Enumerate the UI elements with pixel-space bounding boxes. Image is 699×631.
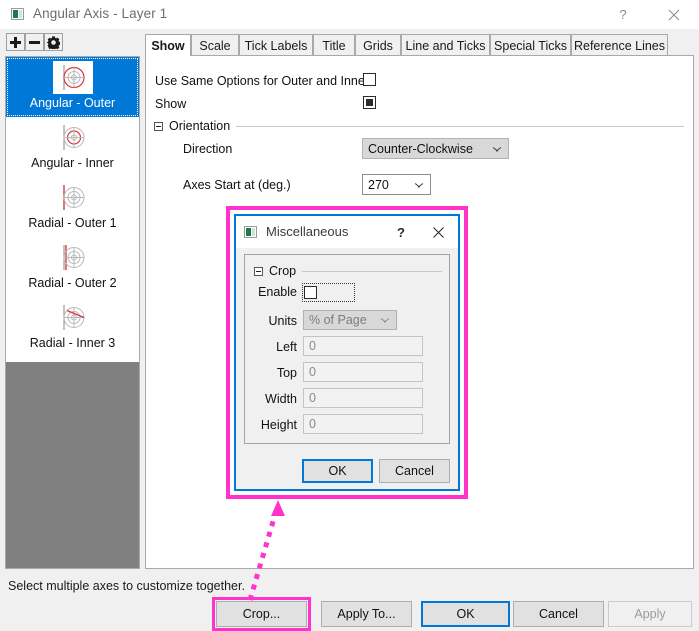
axis-list-panel[interactable]: Angular - Outer Angular - Inner (5, 56, 140, 569)
chevron-down-icon (493, 147, 501, 152)
axis-list-item-radial-outer-1[interactable]: Radial - Outer 1 (6, 177, 139, 237)
chevron-down-icon (415, 183, 423, 188)
axes-start-label: Axes Start at (deg.) (183, 178, 291, 192)
axis-list-item-angular-outer[interactable]: Angular - Outer (6, 57, 139, 117)
left-input: 0 (303, 336, 423, 356)
width-input: 0 (303, 388, 423, 408)
misc-cancel-button[interactable]: Cancel (379, 459, 450, 483)
gear-icon (47, 36, 60, 49)
axis-list-item-label: Radial - Outer 2 (28, 275, 116, 291)
ok-button[interactable]: OK (421, 601, 510, 627)
crop-group-label: Crop (269, 264, 296, 278)
top-label: Top (245, 366, 297, 380)
show-label: Show (155, 97, 186, 111)
use-same-options-label: Use Same Options for Outer and Inner (155, 74, 369, 88)
tab-tick-labels[interactable]: Tick Labels (239, 34, 313, 56)
misc-dialog-titlebar: Miscellaneous ? (236, 216, 458, 248)
tab-bar: Show Scale Tick Labels Title Grids Line … (145, 34, 694, 56)
axis-list-item-label: Radial - Inner 3 (30, 335, 115, 351)
axis-list-empty-area (6, 362, 139, 568)
collapse-icon[interactable] (254, 267, 263, 276)
misc-dialog-title: Miscellaneous (266, 224, 348, 239)
axis-list-item-label: Angular - Outer (30, 95, 115, 111)
misc-close-icon[interactable] (426, 222, 450, 242)
window-titlebar: Angular Axis - Layer 1 ? (0, 0, 699, 30)
top-input: 0 (303, 362, 423, 382)
axes-start-combo[interactable]: 270 (362, 174, 431, 195)
minus-icon (29, 37, 40, 48)
group-divider (236, 126, 684, 127)
misc-ok-button[interactable]: OK (302, 459, 373, 483)
polar-axis-icon (53, 121, 93, 154)
crop-settings-body: Crop Enable Units % of Page Left 0 Top (244, 254, 450, 444)
remove-axis-button[interactable] (25, 33, 44, 51)
window-title: Angular Axis - Layer 1 (33, 6, 167, 21)
cancel-button[interactable]: Cancel (513, 601, 604, 627)
height-value: 0 (309, 417, 316, 431)
orientation-group-header[interactable]: Orientation (154, 119, 684, 133)
crop-group-header[interactable]: Crop (254, 264, 442, 278)
enable-checkbox-wrap[interactable] (245, 281, 365, 303)
direction-value: Counter-Clockwise (368, 142, 473, 156)
add-axis-button[interactable] (6, 33, 25, 51)
left-value: 0 (309, 339, 316, 353)
tab-special-ticks[interactable]: Special Ticks (490, 34, 571, 56)
apply-button: Apply (608, 601, 692, 627)
direction-combo[interactable]: Counter-Clockwise (362, 138, 509, 159)
use-same-options-checkbox[interactable] (363, 73, 376, 86)
tab-reference-lines[interactable]: Reference Lines (571, 34, 668, 56)
collapse-icon[interactable] (154, 122, 163, 131)
units-combo: % of Page (303, 310, 397, 330)
help-button[interactable]: ? (600, 0, 646, 29)
polar-axis-icon (53, 61, 93, 94)
app-window-icon (244, 226, 258, 239)
show-checkbox[interactable] (363, 96, 376, 109)
dialog-window: Angular Axis - Layer 1 ? (0, 0, 699, 631)
axis-list-item-radial-inner-3[interactable]: Radial - Inner 3 (6, 297, 139, 357)
crop-button[interactable]: Crop... (216, 601, 307, 627)
tab-title[interactable]: Title (313, 34, 355, 56)
apply-to-button[interactable]: Apply To... (321, 601, 412, 627)
height-input: 0 (303, 414, 423, 434)
plus-icon (10, 37, 21, 48)
top-value: 0 (309, 365, 316, 379)
axis-list-item-radial-outer-2[interactable]: Radial - Outer 2 (6, 237, 139, 297)
tab-line-and-ticks[interactable]: Line and Ticks (401, 34, 490, 56)
status-message: Select multiple axes to customize togeth… (8, 579, 245, 593)
orientation-group-label: Orientation (169, 119, 230, 133)
axis-list-item-label: Angular - Inner (31, 155, 114, 171)
close-icon[interactable] (651, 0, 697, 29)
tab-scale[interactable]: Scale (191, 34, 239, 56)
units-label: Units (245, 314, 297, 328)
height-label: Height (245, 418, 297, 432)
axis-settings-button[interactable] (44, 33, 63, 51)
group-divider (302, 271, 442, 272)
polar-axis-icon (53, 241, 93, 274)
misc-help-button[interactable]: ? (390, 223, 412, 241)
left-label: Left (245, 340, 297, 354)
direction-label: Direction (183, 142, 232, 156)
tab-show[interactable]: Show (145, 34, 191, 56)
axes-start-value: 270 (368, 178, 389, 192)
polar-axis-icon (53, 301, 93, 334)
enable-checkbox[interactable] (304, 286, 317, 299)
app-window-icon (11, 8, 25, 21)
miscellaneous-dialog: Miscellaneous ? Crop Enable Units % of P… (234, 214, 460, 491)
tab-grids[interactable]: Grids (355, 34, 401, 56)
units-value: % of Page (309, 313, 367, 327)
width-value: 0 (309, 391, 316, 405)
axis-list-item-angular-inner[interactable]: Angular - Inner (6, 117, 139, 177)
axis-list-item-label: Radial - Outer 1 (28, 215, 116, 231)
width-label: Width (245, 392, 297, 406)
chevron-down-icon (381, 318, 389, 323)
polar-axis-icon (53, 181, 93, 214)
